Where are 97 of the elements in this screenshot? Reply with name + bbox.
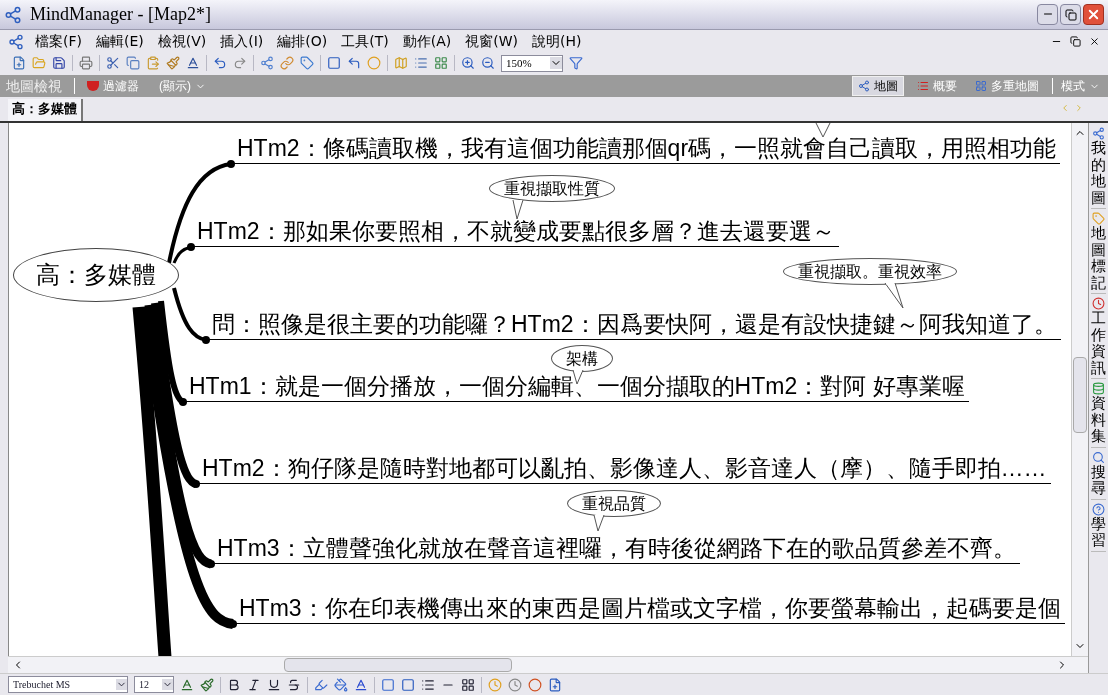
shape-icon[interactable] [381,677,395,692]
panel-icon [1092,382,1105,395]
save-icon[interactable] [52,56,66,70]
callout-tail [592,515,606,532]
printer-icon[interactable] [79,56,93,70]
redo-icon[interactable] [233,56,247,70]
close-icon [1086,7,1101,22]
shield-icon [87,81,99,91]
branch-icon[interactable] [260,56,274,70]
restore-icon[interactable] [1070,36,1081,47]
tag-icon[interactable] [300,56,314,70]
side-panel-tab[interactable]: 工作資訊 [1091,297,1106,379]
app-icon [4,5,22,24]
map-icon [858,80,870,92]
close-button[interactable] [1083,4,1104,25]
callout[interactable]: 架構 [551,345,613,372]
menu-item[interactable]: 檔案(F) [28,31,89,52]
topic[interactable]: HTm3：立體聲強化就放在聲音這裡囉，有時後從網路下在的歌品質參差不齊。 [211,533,1020,564]
minimize-button[interactable] [1037,4,1058,25]
underline-icon[interactable] [267,677,281,692]
text-icon[interactable] [186,56,200,70]
list-icon [917,80,929,92]
side-panel-tab[interactable]: 搜尋 [1091,450,1106,500]
topic[interactable]: HTm3：你在印表機傳出來的東西是圖片檔或文字檔，你要螢幕輸出，起碼要是個 [233,593,1065,624]
fill-icon[interactable] [334,677,348,692]
zoom-in-icon[interactable] [461,56,475,70]
zoom-field[interactable]: 150% [501,54,563,72]
font-field[interactable]: Trebuchet MS [8,676,128,693]
font-grow-icon[interactable] [180,677,194,692]
arrow-icon[interactable] [347,56,361,70]
restore-icon [1064,8,1077,21]
scroll-thumb[interactable] [1073,357,1087,433]
font-color-icon[interactable] [354,677,368,692]
menu-item[interactable]: 檢視(V) [150,31,214,52]
list-icon[interactable] [414,56,428,70]
side-panel-tab[interactable]: 資料集 [1091,382,1106,448]
topic[interactable]: HTm2：條碼讀取機，我有這個功能讀那個qr碼，一照就會自己讀取，用照相功能 [231,133,1061,164]
topic[interactable]: HTm2：那如果你要照相，不就變成要點很多層？進去還要選～ [191,216,839,247]
topic[interactable]: HTm2：狗仔隊是隨時對地都可以亂拍、影像達人、影音達人（摩）、隨手即拍…… [196,453,1051,484]
cut-icon[interactable] [106,56,120,70]
view-title: 地圖檢視 [6,76,62,96]
view-tab[interactable]: 地圖 [852,76,904,96]
layout-icon[interactable] [461,677,475,692]
size-field[interactable]: 12 [134,676,174,693]
app-icon [8,33,24,50]
menu-item[interactable]: 編排(O) [270,31,335,52]
new-file-icon[interactable] [12,56,26,70]
window-title: MindManager - [Map2*] [30,3,211,26]
grid-icon[interactable] [434,56,448,70]
rectangle-icon[interactable] [327,56,341,70]
central-topic[interactable]: 高：多媒體 [13,248,179,302]
dropdown-icon[interactable] [550,57,562,69]
panel-icon [1092,450,1105,464]
panel-icon [1092,502,1105,516]
scroll-thumb[interactable] [284,658,512,672]
panel-icon [1092,127,1105,140]
highlighter-icon[interactable] [314,677,328,692]
record-icon[interactable] [528,677,542,692]
menu-item[interactable]: 視窗(W) [458,31,526,52]
close-icon[interactable] [1089,36,1100,47]
menu-item[interactable]: 說明(H) [525,31,589,52]
copy-icon[interactable] [126,56,140,70]
vertical-scrollbar[interactable] [1071,123,1088,656]
grid-icon [975,80,987,92]
side-panel-tab[interactable]: 學習 [1091,502,1106,552]
topic[interactable]: 問：照像是很主要的功能囉？HTm2：因爲要快阿，還是有設快捷鍵～阿我知道了。 [206,309,1061,340]
clock-icon[interactable] [508,677,522,692]
italic-icon[interactable] [247,677,261,692]
undo-icon[interactable] [213,56,227,70]
callout-tail [883,283,905,309]
dropdown-icon [116,679,127,690]
side-panel-tab[interactable]: 我的地圖 [1091,127,1106,209]
format-icon[interactable] [200,677,214,692]
bold-icon[interactable] [227,677,241,692]
strikethrough-icon[interactable] [287,677,301,692]
side-panel-tab[interactable]: 地圖標記 [1091,212,1106,294]
link-icon[interactable] [280,56,294,70]
panel-icon [1092,212,1105,225]
border-icon[interactable] [401,677,415,692]
menu-item[interactable]: 編輯(E) [89,31,151,52]
menu-item[interactable]: 插入(I) [213,31,271,52]
panel-icon [1092,297,1105,310]
callout[interactable]: 重視擷取性質 [489,175,615,202]
zoom-out-icon[interactable] [481,56,495,70]
callout[interactable]: 重視品質 [567,490,661,517]
callout-tail [511,200,525,220]
line-icon[interactable] [421,677,435,692]
menu-item[interactable]: 動作(A) [395,31,459,52]
document-icon[interactable] [548,677,562,692]
brush-icon[interactable] [166,56,180,70]
restore-button[interactable] [1060,4,1081,25]
horizontal-scrollbar[interactable] [8,656,1088,673]
paste-icon[interactable] [146,56,160,70]
menu-item[interactable]: 工具(T) [334,31,396,52]
dropdown-icon [162,679,173,690]
document-tab[interactable]: 高：多媒體 [8,99,83,121]
topic[interactable]: HTm1：就是一個分播放，一個分編輯、一個分擷取的HTm2：對阿 好專業喔 [183,371,969,402]
